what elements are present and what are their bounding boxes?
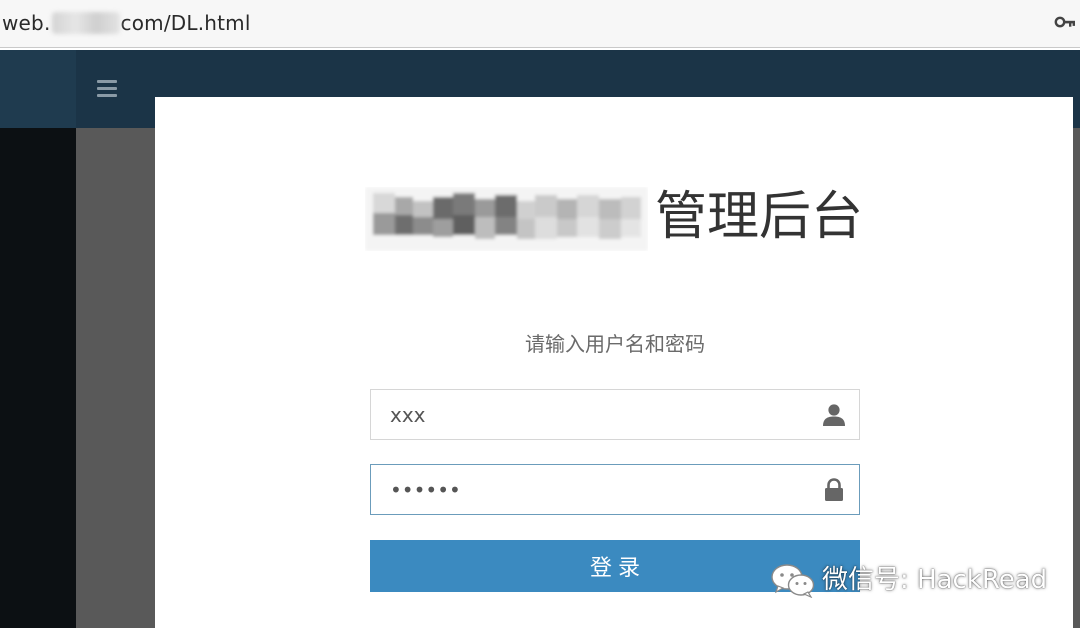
browser-url-bar[interactable]: web. com/DL.html (0, 0, 1080, 48)
username-input[interactable] (371, 390, 811, 439)
login-modal: 管理后台 请输入用户名和密码 登录 (155, 97, 1073, 628)
url-redacted-blur (51, 12, 120, 34)
wechat-icon (771, 564, 815, 598)
lock-icon (825, 478, 843, 501)
title-redacted-blur (365, 187, 648, 251)
login-title: 管理后台 (655, 187, 864, 247)
page: web. com/DL.html 管理后台 请输入用户名和密码 xxx ••••… (0, 0, 1080, 628)
hamburger-icon[interactable] (97, 80, 117, 97)
url-prefix: web. (2, 11, 51, 35)
login-subtitle: 请输入用户名和密码 (525, 332, 705, 356)
key-icon[interactable] (1054, 12, 1076, 32)
user-icon (823, 404, 845, 426)
password-input[interactable] (371, 465, 811, 514)
admin-sidebar (0, 128, 76, 628)
password-field-wrapper (370, 464, 860, 515)
watermark-text: 微信号: HackRead (822, 565, 1048, 595)
username-field-wrapper (370, 389, 860, 440)
logo-area (0, 50, 76, 128)
url-text[interactable]: web. com/DL.html (2, 11, 251, 35)
url-suffix: com/DL.html (120, 11, 251, 35)
